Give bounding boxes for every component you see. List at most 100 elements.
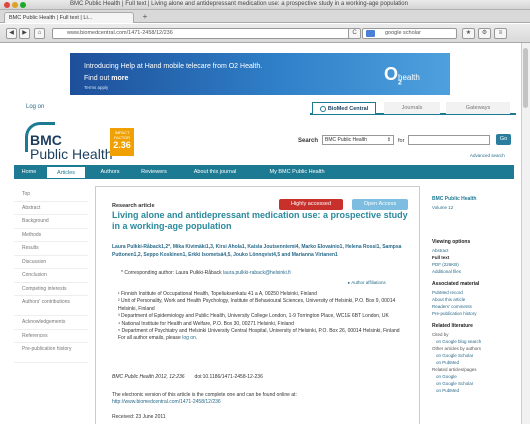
view-full-text: Full text (432, 255, 450, 260)
section-sidebar: Top Abstract Background Methods Results … (14, 188, 88, 363)
impact-factor-label: IMPACT FACTOR (113, 130, 131, 140)
nav-journals[interactable]: Journals (384, 102, 440, 114)
highly-accessed-badge[interactable]: Highly accessed (279, 199, 343, 210)
author-affiliations-toggle[interactable]: ▸ Author affiliations (348, 280, 386, 286)
nav-biomed-central[interactable]: BioMed Central (312, 102, 376, 114)
view-pdf-link[interactable]: PDF (226KB) (432, 261, 514, 268)
page-scrollbar-thumb[interactable] (523, 48, 528, 108)
menu-button[interactable]: ≡ (494, 28, 507, 39)
related-link[interactable]: on Google blog search (432, 338, 514, 345)
electronic-version-note: The electronic version of this article i… (112, 392, 297, 405)
article-title: Living alone and antidepressant medicati… (112, 210, 408, 231)
site-search-input[interactable] (408, 135, 490, 145)
o2-health-word: health (398, 73, 420, 82)
sidebar-item-prepub-history[interactable]: Pre-publication history (14, 343, 88, 363)
chevron-down-icon: ⇕ (386, 137, 391, 143)
sidebar-item-authors-contributions[interactable]: Authors' contributions (14, 296, 88, 316)
related-subheading: Related articles/pages (432, 367, 477, 372)
sidebar-item-abstract[interactable]: Abstract (14, 202, 88, 215)
about-article-link[interactable]: About this article (432, 296, 514, 303)
sidebar-item-acknowledgements[interactable]: Acknowledgements (14, 316, 88, 330)
related-link[interactable]: on PubMed (432, 359, 514, 366)
citation-doi: doi:10.1186/1471-2458-12-236 (194, 374, 263, 380)
sidebar-item-references[interactable]: References (14, 330, 88, 343)
search-for-label: for (398, 138, 405, 144)
tab-my-bmc[interactable]: My BMC Public Health (254, 166, 340, 178)
related-link[interactable]: on Google (432, 373, 514, 380)
browser-search-input[interactable]: google scholar (362, 28, 457, 39)
tab-about-journal[interactable]: About this journal (180, 166, 250, 178)
minimize-window-icon[interactable] (12, 2, 18, 8)
window-title: BMC Public Health | Full text | Living a… (70, 1, 408, 7)
ad-find-more[interactable]: Find out more (84, 75, 128, 82)
affiliation-item: ⁵ Department of Psychiatry and Helsinki … (118, 328, 400, 335)
affiliation-item: ² Unit of Personality, Work and Health P… (118, 298, 396, 312)
associated-material-heading: Associated material (432, 281, 480, 287)
tab-reviewers[interactable]: Reviewers (132, 166, 176, 178)
advanced-search-link[interactable]: Advanced search (470, 153, 505, 158)
open-access-badge[interactable]: Open Access (352, 199, 408, 210)
close-window-icon[interactable] (4, 2, 10, 8)
related-literature-heading: Related literature (432, 323, 473, 329)
login-link[interactable]: Log on (26, 104, 44, 110)
additional-files-link[interactable]: Additional files (432, 268, 514, 275)
addon-button[interactable]: ⚙ (478, 28, 491, 39)
article-url-link[interactable]: http://www.biomedcentral.com/1471-2458/1… (112, 399, 221, 405)
bookmark-button[interactable]: ★ (462, 28, 475, 39)
home-button[interactable]: ⌂ (34, 28, 45, 39)
viewing-options-heading: Viewing options (432, 239, 471, 245)
volume-link[interactable]: Volume 12 (432, 204, 514, 211)
reload-button[interactable]: C (348, 28, 361, 39)
site-search-label: Search (298, 138, 319, 144)
sidebar-item-methods[interactable]: Methods (14, 229, 88, 242)
prepub-history-link[interactable]: Pre-publication history (432, 310, 514, 317)
log-on-link[interactable]: log on. (182, 335, 197, 341)
tab-articles[interactable]: Articles (46, 166, 86, 178)
corresponding-author: * Corresponding author: Laura Pulkki-Råb… (121, 270, 291, 276)
sidebar-item-competing-interests[interactable]: Competing interests (14, 283, 88, 296)
impact-factor-badge: IMPACT FACTOR 2.36 (110, 128, 134, 156)
sidebar-item-top[interactable]: Top (14, 188, 88, 202)
related-subheading: Cited by (432, 332, 449, 337)
zoom-window-icon[interactable] (20, 2, 26, 8)
sidebar-item-background[interactable]: Background (14, 215, 88, 229)
journal-logo-name[interactable]: Public Health (30, 146, 113, 162)
url-bar[interactable]: www.biomedcentral.com/1471-2458/12/236 (52, 28, 350, 39)
affiliation-item: ¹ Finnish Institute of Occupational Heal… (118, 291, 317, 297)
pubmed-record-link[interactable]: PubMed record (432, 289, 514, 296)
new-tab-button[interactable]: + (138, 13, 152, 22)
related-subheading: Other articles by authors (432, 346, 482, 351)
all-emails-note: For all author emails, please log on. (118, 335, 198, 342)
sidebar-item-discussion[interactable]: Discussion (14, 256, 88, 269)
tab-home[interactable]: Home (16, 166, 42, 178)
affiliation-item: ⁴ National Institute for Health and Welf… (118, 320, 294, 327)
related-link[interactable]: on Google Scholar (432, 352, 514, 359)
search-go-button[interactable]: Go (496, 134, 511, 145)
google-icon (366, 30, 375, 37)
citation-line: BMC Public Health 2012, 12:236 doi:10.118… (112, 374, 263, 380)
biomed-logo-icon (319, 105, 326, 112)
readers-comments-link[interactable]: Readers' comments (432, 303, 514, 310)
browser-search-text: google scholar (385, 30, 421, 36)
right-sidebar: BMC Public Health Volume 12 Viewing opti… (432, 196, 514, 394)
sidebar-item-results[interactable]: Results (14, 242, 88, 256)
article-type: Research article (112, 203, 155, 209)
search-scope-select[interactable]: BMC Public Health ⇕ (322, 135, 394, 145)
tab-authors[interactable]: Authors (92, 166, 128, 178)
corresponding-email-link[interactable]: laura.pulkki-raback@helsinki.fi (223, 270, 291, 276)
affiliation-item: ³ Department of Epidemiology and Public … (118, 313, 389, 320)
related-link[interactable]: on PubMed (432, 387, 514, 394)
journal-name-link[interactable]: BMC Public Health (432, 196, 514, 202)
browser-tab[interactable]: BMC Public Health | Full text | Li... (4, 12, 134, 23)
url-text: www.biomedcentral.com/1471-2458/12/236 (67, 30, 173, 36)
forward-button[interactable]: ▶ (19, 28, 30, 39)
ad-terms: Terms apply (84, 85, 109, 90)
impact-factor-value: 2.36 (113, 140, 131, 150)
received-date: Received: 23 June 2011 (112, 414, 166, 420)
view-abstract-link[interactable]: Abstract (432, 247, 514, 254)
related-link[interactable]: on Google Scholar (432, 380, 514, 387)
sidebar-item-conclusion[interactable]: Conclusion (14, 269, 88, 283)
nav-gateways[interactable]: Gateways (446, 102, 510, 114)
back-button[interactable]: ◀ (6, 28, 17, 39)
affiliations-list: ¹ Finnish Institute of Occupational Heal… (118, 291, 408, 343)
